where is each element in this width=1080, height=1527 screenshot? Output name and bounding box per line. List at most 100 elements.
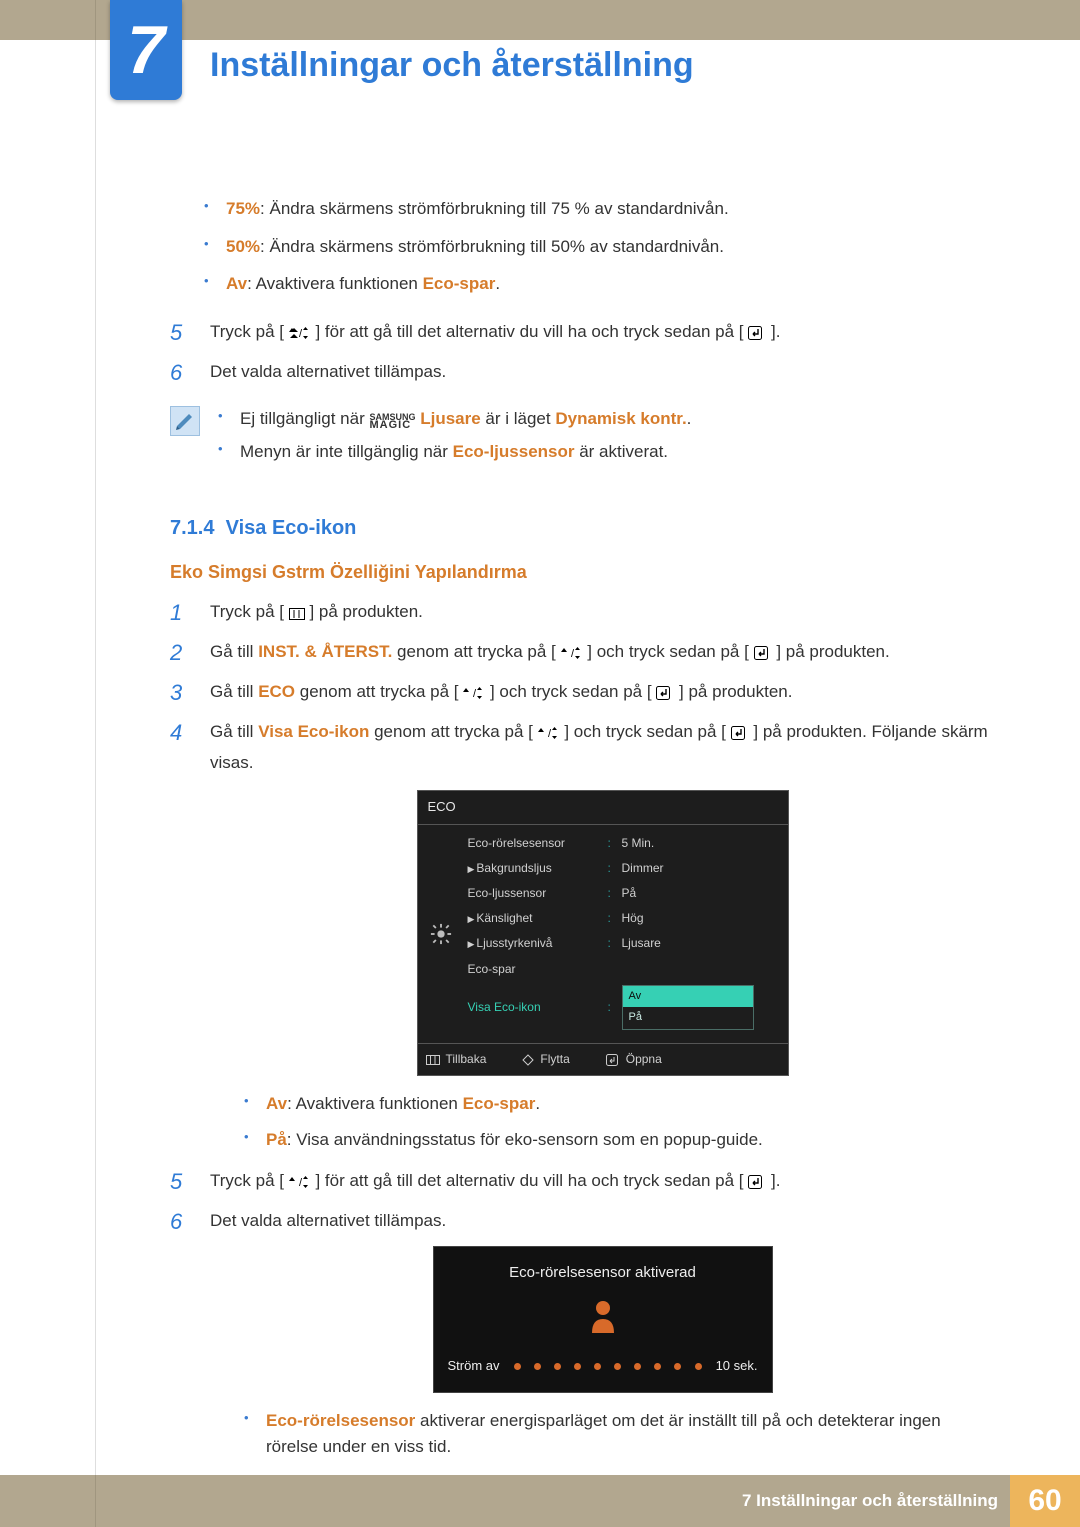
step-a5-pre: Tryck på [ [210, 322, 284, 341]
osd-row-value: Hög [622, 909, 644, 928]
enter-icon [606, 1054, 620, 1066]
bullet-av: Av: Avaktivera funktionen Eco-spar. [226, 265, 995, 303]
step-number-6: 6 [170, 355, 182, 390]
enter-icon [754, 641, 772, 668]
enter-icon [656, 681, 674, 708]
popup-right-label: 10 sek. [716, 1356, 758, 1377]
left-margin-line [95, 40, 96, 1527]
popup: Eco-rörelsesensor aktiverad Ström av 10 … [433, 1246, 773, 1393]
step-b4-acc: Visa Eco-ikon [258, 722, 369, 741]
step-b4: 4 Gå till Visa Eco-ikon genom att trycka… [170, 713, 995, 1162]
chapter-badge: 7 [110, 0, 182, 100]
osd-row-value: Dimmer [622, 859, 664, 878]
popup-left-label: Ström av [448, 1356, 500, 1377]
step-c6: 6 Det valda alternativet tillämpas. Eco-… [170, 1202, 995, 1469]
top-band-left [0, 0, 95, 40]
enter-icon [748, 321, 766, 348]
note-1-suffix: . [687, 409, 692, 428]
osd-title: ECO [418, 791, 788, 825]
note-2-suffix: är aktiverat. [575, 442, 669, 461]
diamond-icon [522, 1054, 534, 1066]
step-c5-post: ]. [771, 1171, 780, 1190]
svg-text:/: / [571, 648, 575, 660]
osd-dropdown-item: Av [623, 986, 753, 1008]
osd-row-label: Bakgrundsljus [476, 861, 551, 875]
popup-dots [510, 1363, 706, 1370]
svg-text:/: / [299, 328, 303, 340]
bullet-suffix: . [535, 1094, 540, 1113]
step-a5-post: ]. [771, 322, 780, 341]
osd-footer-open-label: Öppna [626, 1050, 662, 1069]
svg-text:/: / [473, 688, 477, 700]
step-b1-pre: Tryck på [ [210, 602, 289, 621]
step-b4-mid2: ] och tryck sedan på [ [564, 722, 726, 741]
osd-row: ▶Ljusstyrkenivå:Ljusare [468, 931, 778, 956]
step-b3-pre: Gå till [210, 682, 258, 701]
post-osd-bullets: Av: Avaktivera funktionen Eco-spar. På: … [210, 1086, 995, 1157]
step-c5: 5 Tryck på [ / ] för att gå till det alt… [170, 1162, 995, 1202]
bullet-label: På [266, 1130, 287, 1149]
bullet-text: : Avaktivera funktionen [287, 1094, 462, 1113]
osd-footer-move-label: Flytta [540, 1050, 569, 1069]
osd-row: ▶Känslighet:Hög [468, 906, 778, 931]
top-band-divider [95, 0, 96, 40]
step-number-6: 6 [170, 1204, 182, 1239]
osd-icon-column [418, 825, 464, 1043]
osd-row-label: Eco-ljussensor [468, 884, 608, 903]
bullet-75: 75%: Ändra skärmens strömförbrukning til… [226, 190, 995, 228]
osd-footer-move: Flytta [522, 1050, 569, 1069]
step-number-2: 2 [170, 635, 182, 670]
step-b3: 3 Gå till ECO genom att trycka på [ / ] … [170, 673, 995, 713]
top-bullets: 75%: Ändra skärmens strömförbrukning til… [170, 190, 995, 303]
final-bullet-list: Eco-rörelsesensor aktiverar energisparlä… [210, 1403, 995, 1464]
step-b2-pre: Gå till [210, 642, 258, 661]
step-b2: 2 Gå till INST. & ÅTERST. genom att tryc… [170, 633, 995, 673]
final-bullet: Eco-rörelsesensor aktiverar energisparlä… [266, 1403, 995, 1464]
osd-menu: ECO Eco-rörelsesensor:5 Min. ▶Bakgrundsl… [417, 790, 789, 1076]
section-title: Visa Eco-ikon [226, 517, 357, 539]
step-a5-mid: ] för att gå till det alternativ du vill… [315, 322, 743, 341]
steps-b: 1 Tryck på [ ] på produkten. 2 Gå till I… [170, 593, 995, 1470]
osd-dropdown: Av På [622, 985, 754, 1030]
osd-row: ▶Bakgrundsljus:Dimmer [468, 856, 778, 881]
step-number-4: 4 [170, 715, 182, 750]
step-c6-text: Det valda alternativet tillämpas. [210, 1211, 446, 1230]
osd-body: Eco-rörelsesensor:5 Min. ▶Bakgrundsljus:… [418, 825, 788, 1043]
osd-row-value: 5 Min. [622, 834, 655, 853]
up-down-icon: / [561, 641, 583, 668]
samsung-magic-icon: SAMSUNGMAGIC [369, 413, 415, 431]
footer-divider [95, 1475, 96, 1527]
note-2: Menyn är inte tillgänglig när Eco-ljusse… [218, 435, 691, 469]
gear-icon [430, 923, 452, 945]
note-2-acc: Eco-ljussensor [453, 442, 575, 461]
osd-row-label: Visa Eco-ikon [468, 998, 608, 1017]
subheader: Eko Simgsi Gstrm Özelliğini Yapılandırma [170, 562, 995, 583]
step-b2-mid: genom att trycka på [ [392, 642, 555, 661]
note-1-pre: Ej tillgängligt när [240, 409, 369, 428]
osd-footer-back-label: Tillbaka [446, 1050, 487, 1069]
section-heading: 7.1.4 Visa Eco-ikon [170, 517, 995, 540]
osd-row-value: På [622, 884, 637, 903]
footer: 7 Inställningar och återställning 60 [0, 1475, 1080, 1527]
bullet-pa: På: Visa användningsstatus för eko-senso… [266, 1122, 995, 1158]
svg-text:/: / [548, 728, 552, 740]
step-b3-mid2: ] och tryck sedan på [ [490, 682, 652, 701]
steps-a: 5 Tryck på [ / ] för att gå till det alt… [170, 313, 995, 390]
note-1-acc1: Ljusare [415, 409, 480, 428]
step-b1-post: ] på produkten. [309, 602, 422, 621]
bullet-50: 50%: Ändra skärmens strömförbrukning til… [226, 228, 995, 266]
step-b3-post: ] på produkten. [679, 682, 792, 701]
bullet-75-text: : Ändra skärmens strömförbrukning till 7… [260, 199, 729, 218]
bullet-av-2: Av: Avaktivera funktionen Eco-spar. [266, 1086, 995, 1122]
menu-icon [426, 1055, 440, 1065]
step-a6-text: Det valda alternativet tillämpas. [210, 362, 446, 381]
osd-row-value: Ljusare [622, 934, 661, 953]
osd-row: Eco-rörelsesensor:5 Min. [468, 831, 778, 856]
person-icon [588, 1299, 618, 1333]
osd-footer-open: Öppna [606, 1050, 662, 1069]
menu-icon [289, 601, 305, 628]
chapter-title: Inställningar och återställning [210, 46, 694, 85]
bullet-accent: Eco-spar [463, 1094, 536, 1113]
osd-row-selected: Visa Eco-ikon : Av På [468, 982, 778, 1033]
osd-dropdown-item: På [623, 1007, 753, 1029]
